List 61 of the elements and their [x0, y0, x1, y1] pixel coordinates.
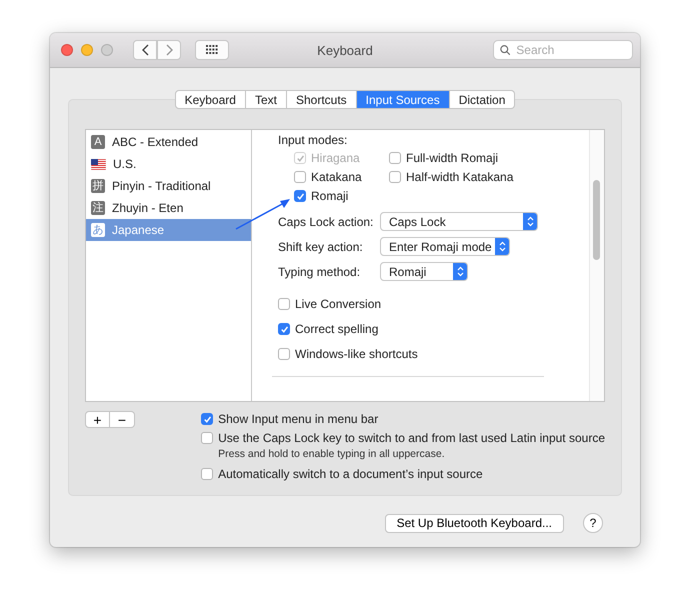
- popup-menu[interactable]: Enter Romaji mode: [380, 237, 510, 256]
- source-item[interactable]: U.S.: [86, 153, 251, 175]
- source-label: ABC - Extended: [112, 135, 198, 149]
- search-field[interactable]: Search: [493, 40, 633, 60]
- search-icon: [500, 44, 510, 56]
- checkbox[interactable]: Show Input menu in menu bar: [201, 412, 378, 426]
- scroll-bar[interactable]: [589, 130, 604, 401]
- section-label: Input modes:: [278, 133, 348, 147]
- tab[interactable]: Shortcuts: [286, 90, 357, 109]
- stepper-icon: [499, 241, 506, 252]
- tab[interactable]: Dictation: [450, 90, 516, 109]
- chevron-right-icon: [166, 44, 172, 56]
- show-all-button[interactable]: [195, 40, 229, 60]
- popup-menu[interactable]: Caps Lock: [380, 212, 538, 231]
- source-label: U.S.: [113, 157, 136, 171]
- checkmark-icon: [202, 414, 212, 424]
- checkbox[interactable]: Full-width Romaji: [389, 151, 514, 165]
- checkbox[interactable]: Correct spelling: [278, 322, 378, 336]
- source-badge: A: [91, 135, 105, 149]
- tab[interactable]: Keyboard: [174, 90, 246, 109]
- source-item[interactable]: A ABC - Extended: [86, 131, 251, 153]
- field-label: Shift key action:: [278, 240, 364, 254]
- checkmark-icon: [280, 324, 288, 334]
- source-item[interactable]: 拼 Pinyin - Traditional: [86, 175, 251, 197]
- tab[interactable]: Text: [246, 90, 287, 109]
- minimize-button[interactable]: [81, 44, 93, 56]
- zoom-button[interactable]: [101, 44, 113, 56]
- stepper-icon: [527, 216, 534, 227]
- checkmark-icon: [296, 192, 304, 200]
- search-input[interactable]: Search: [514, 42, 626, 58]
- source-label: Pinyin - Traditional: [112, 179, 211, 193]
- source-item[interactable]: 注 Zhuyin - Eten: [86, 197, 251, 219]
- flag-icon: [91, 158, 106, 170]
- checkmark-icon: [296, 154, 304, 162]
- checkbox[interactable]: Half-width Katakana: [389, 170, 514, 184]
- field-label: Caps Lock action:: [278, 214, 374, 228]
- stepper-icon: [457, 266, 464, 277]
- window-title: Keyboard: [317, 42, 373, 58]
- source-label: Zhuyin - Eten: [112, 201, 184, 215]
- popup-menu[interactable]: Romaji: [380, 262, 468, 281]
- checkbox[interactable]: Romaji: [294, 189, 389, 203]
- back-button[interactable]: [133, 40, 157, 60]
- checkbox[interactable]: Automatically switch to a document’s input source: [201, 467, 483, 481]
- checkbox[interactable]: Windows-like shortcuts: [278, 347, 418, 361]
- source-badge: 拼: [91, 179, 105, 193]
- source-label: Japanese: [112, 223, 164, 237]
- checkbox[interactable]: Live Conversion: [278, 297, 382, 311]
- checkbox[interactable]: Katakana: [294, 170, 389, 184]
- checkbox[interactable]: Use the Caps Lock key to switch to and from last used Latin input source: [201, 431, 605, 445]
- field-label: Typing method:: [278, 264, 362, 278]
- help-button[interactable]: ?: [583, 513, 603, 533]
- remove-button[interactable]: −: [110, 411, 135, 428]
- hint-text: Press and hold to enable typing in all uppercase.: [218, 448, 446, 460]
- close-button[interactable]: [61, 44, 73, 56]
- chevron-left-icon: [142, 44, 148, 56]
- source-badge: あ: [91, 223, 105, 237]
- setup-button[interactable]: Set Up Bluetooth Keyboard...: [384, 514, 564, 532]
- source-badge: 注: [91, 201, 105, 215]
- add-button[interactable]: +: [85, 411, 110, 428]
- tab[interactable]: Input Sources: [356, 90, 450, 109]
- grid-icon: [206, 45, 218, 55]
